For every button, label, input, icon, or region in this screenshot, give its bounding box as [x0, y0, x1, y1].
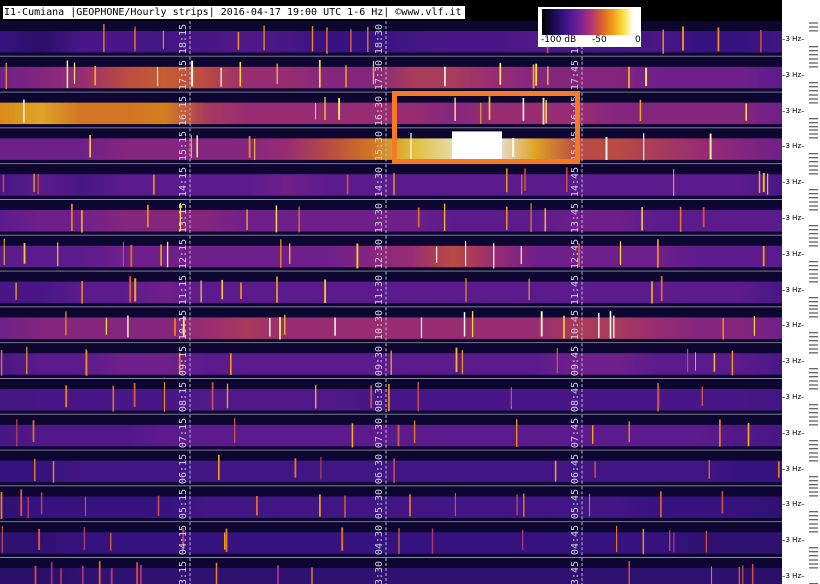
frequency-axis: –3 Hz– –3 Hz– –3 Hz– –3 Hz– –3 Hz– –3 Hz– –3 H…	[782, 0, 820, 584]
frequency-tick-marks	[809, 22, 818, 56]
chart-title: I1-Cumiana |GEOPHONE/Hourly strips| 2016…	[3, 6, 465, 19]
strip-4-band	[0, 532, 782, 554]
colorbar-legend: -100 dB -50 0	[538, 7, 641, 47]
frequency-tick-marks	[809, 237, 818, 270]
strip-14-band	[0, 174, 782, 196]
frequency-tick-marks	[809, 523, 818, 557]
spectrogram-svg	[0, 21, 782, 584]
time-marker-0330: 03:30	[374, 560, 385, 584]
strip-10-band	[0, 317, 782, 339]
strip-6-band	[0, 460, 782, 483]
frequency-tick-marks	[809, 273, 818, 306]
frequency-tick-marks	[809, 58, 818, 91]
frequency-tick-marks	[809, 559, 818, 584]
frequency-tick-marks	[809, 129, 818, 163]
colorbar-gradient	[542, 9, 637, 35]
strip-5-band	[0, 496, 782, 518]
spectrogram-chart: 18:1518:3018:4517:1517:3017:4516:1516:30…	[0, 0, 820, 584]
highlight-box	[392, 91, 580, 164]
strip-12-band	[0, 245, 782, 268]
strip-8-band	[0, 389, 782, 411]
time-marker-0315: 03:15	[178, 560, 189, 584]
strip-16-band	[0, 102, 782, 125]
colorbar-min-label: -100 dB	[541, 35, 577, 45]
strip-17-band	[0, 66, 782, 89]
colorbar-mid-label: -50	[592, 35, 607, 45]
colorbar-max-label: 0	[635, 35, 641, 45]
frequency-tick-marks	[809, 487, 818, 521]
strip-11-band	[0, 281, 782, 304]
strip-7-band	[0, 424, 782, 447]
time-marker-0345: 03:45	[570, 560, 581, 584]
strip-15-band	[0, 138, 782, 160]
frequency-tick-marks	[809, 416, 818, 449]
frequency-tick-marks	[809, 165, 818, 199]
frequency-tick-marks	[809, 201, 818, 235]
frequency-tick-marks	[809, 308, 818, 342]
strip-3-band	[0, 568, 782, 584]
strip-13-band	[0, 210, 782, 232]
frequency-tick-marks	[809, 380, 818, 414]
frequency-tick-marks	[809, 94, 818, 127]
frequency-tick-marks	[809, 452, 818, 485]
strip-18-band	[0, 31, 782, 53]
frequency-tick-marks	[809, 344, 818, 378]
